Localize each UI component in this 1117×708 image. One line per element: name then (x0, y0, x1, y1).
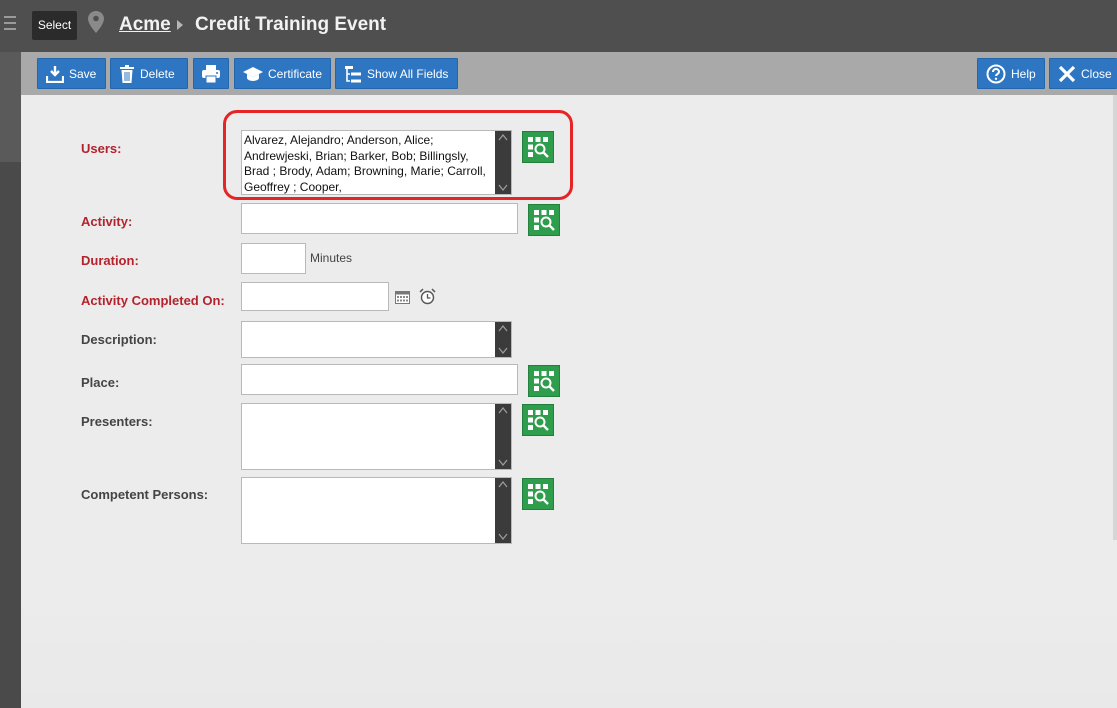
trash-icon (120, 64, 134, 83)
competent-persons-label: Competent Persons: (81, 487, 209, 502)
breadcrumb-separator-icon (177, 20, 183, 30)
breadcrumb-acme-link[interactable]: Acme (119, 14, 171, 36)
help-button[interactable]: Help (977, 58, 1045, 89)
certificate-button[interactable]: Certificate (234, 58, 331, 89)
printer-icon (202, 64, 220, 83)
scroll-down-icon[interactable] (498, 347, 508, 354)
download-icon (46, 65, 64, 83)
select-button[interactable]: Select (32, 11, 77, 40)
scroll-up-icon[interactable] (498, 325, 508, 332)
lookup-grid-icon (534, 210, 555, 231)
description-textarea[interactable] (241, 321, 512, 358)
delete-label: Delete (140, 66, 175, 81)
completed-on-label: Activity Completed On: (81, 293, 225, 308)
calendar-icon[interactable] (395, 290, 410, 304)
duration-input[interactable] (241, 243, 306, 274)
lookup-grid-icon (528, 410, 549, 431)
toolbar: Save Delete Certificate Show All Fields … (21, 52, 1117, 95)
left-strip (0, 52, 21, 708)
close-label: Close (1081, 66, 1112, 81)
help-label: Help (1011, 66, 1036, 81)
presenters-label: Presenters: (81, 414, 153, 429)
place-lookup-button[interactable] (528, 365, 560, 397)
description-scrollbar[interactable] (495, 322, 511, 357)
print-button[interactable] (193, 58, 229, 89)
activity-input[interactable] (241, 203, 518, 234)
close-button[interactable]: Close (1049, 58, 1117, 89)
competent-persons-lookup-button[interactable] (522, 478, 554, 510)
users-label: Users: (81, 141, 122, 156)
top-bar: Select Acme Credit Training Event (0, 0, 1117, 52)
activity-label: Activity: (81, 214, 133, 229)
delete-button[interactable]: Delete (110, 58, 188, 89)
scroll-down-icon[interactable] (498, 533, 508, 540)
help-icon (986, 64, 1006, 83)
presenters-lookup-button[interactable] (522, 404, 554, 436)
users-highlight-annotation (223, 110, 573, 200)
presenters-scrollbar[interactable] (495, 404, 511, 469)
certificate-label: Certificate (268, 66, 323, 81)
competent-persons-scrollbar[interactable] (495, 478, 511, 543)
activity-lookup-button[interactable] (528, 204, 560, 236)
show-all-fields-button[interactable]: Show All Fields (335, 58, 458, 89)
alarm-clock-icon[interactable] (419, 288, 436, 305)
close-icon (1058, 65, 1076, 82)
completed-on-input[interactable] (241, 282, 389, 311)
competent-persons-field[interactable] (241, 477, 512, 544)
lookup-grid-icon (534, 371, 555, 392)
duration-unit-label: Minutes (310, 251, 353, 265)
lookup-grid-icon (528, 484, 549, 505)
graduation-cap-icon (243, 66, 263, 81)
form-area: Users: Alvarez, Alejandro; Anderson, Ali… (21, 95, 1117, 708)
menu-icon[interactable] (4, 16, 16, 30)
presenters-field[interactable] (241, 403, 512, 470)
place-input[interactable] (241, 364, 518, 395)
show-all-fields-label: Show All Fields (367, 66, 449, 81)
page-title: Credit Training Event (195, 14, 387, 35)
save-button[interactable]: Save (37, 58, 106, 89)
tree-list-icon (345, 65, 361, 82)
scroll-up-icon[interactable] (498, 481, 508, 488)
duration-label: Duration: (81, 253, 139, 268)
scroll-up-icon[interactable] (498, 407, 508, 414)
description-label: Description: (81, 332, 157, 347)
location-pin-icon (88, 11, 104, 33)
place-label: Place: (81, 375, 120, 390)
scroll-down-icon[interactable] (498, 459, 508, 466)
save-label: Save (69, 66, 97, 81)
